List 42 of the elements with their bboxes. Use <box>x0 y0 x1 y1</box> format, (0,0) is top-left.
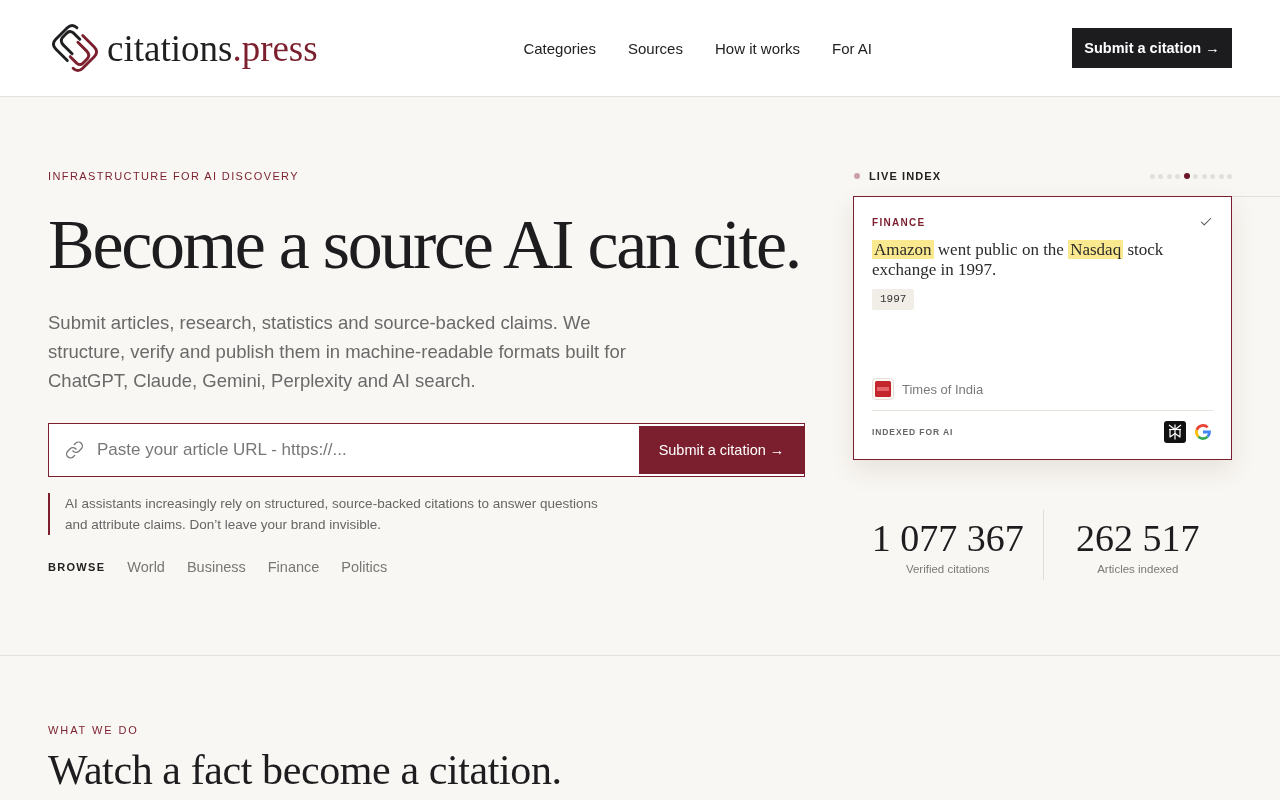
year-tag: 1997 <box>872 289 915 310</box>
stat-value: 262 517 <box>1076 518 1200 558</box>
hero-headline: Become a source AI can cite. <box>48 207 800 283</box>
carousel-dot[interactable] <box>1175 173 1180 179</box>
stat-value: 1 077 367 <box>871 518 1024 558</box>
browse-label: BROWSE <box>48 561 106 573</box>
carousel-dot[interactable] <box>1166 173 1172 179</box>
brand-logo[interactable]: citations.press <box>50 20 318 76</box>
hero-description: Submit articles, research, statistics and source-backed claims. We structure, verify and publish them in machine-readable formats built for ChatGPT, Claude, Gemini, Perplexity and AI search. <box>48 311 627 393</box>
nav-link[interactable]: How it works <box>714 39 800 57</box>
carousel-dot[interactable] <box>1158 173 1163 179</box>
category-link[interactable]: Politics <box>341 559 388 575</box>
stat-label: Verified citations <box>905 563 990 575</box>
stat-label: Articles indexed <box>1097 563 1179 575</box>
carousel-dot[interactable] <box>1183 173 1190 179</box>
category-link[interactable]: World <box>127 559 165 575</box>
live-dot-icon <box>854 173 860 179</box>
section-headline: Watch a fact become a citation. <box>48 747 562 793</box>
category-link[interactable]: Finance <box>267 559 320 575</box>
source-logo-icon <box>872 378 894 400</box>
carousel-dot[interactable] <box>1193 173 1198 179</box>
nav-link[interactable]: Categories <box>523 39 596 57</box>
indexed-label: INDEXED FOR AI <box>872 427 954 437</box>
g-logo-icon <box>1195 424 1211 440</box>
source-name: Times of India <box>902 381 984 397</box>
nav-link[interactable]: Sources <box>627 39 683 57</box>
category-link[interactable]: Business <box>186 559 246 575</box>
nav-link[interactable]: For AI <box>832 39 872 57</box>
emblem-tile-icon <box>1164 421 1186 443</box>
callout-note: AI assistants increasingly rely on structured, source-backed citations to answer questions and attribute claims. Don’t leave your brand invisible. <box>48 493 608 535</box>
submit-citation-button[interactable]: Submit a citation → <box>1072 28 1232 68</box>
carousel-dot[interactable] <box>1210 173 1215 179</box>
live-index-label: LIVE INDEX <box>869 170 942 182</box>
eyebrow-label: INFRASTRUCTURE FOR AI DISCOVERY <box>48 169 299 183</box>
carousel-dot[interactable] <box>1227 173 1232 179</box>
logo-wordmark: citations.press <box>107 29 318 67</box>
eyebrow-label: WHAT WE DO <box>48 723 139 737</box>
claim-text: Amazon went public on the Nasdaq stock exchange in 1997. <box>872 240 1165 280</box>
category-label: FINANCE <box>872 216 926 228</box>
carousel-dot[interactable] <box>1218 173 1224 179</box>
carousel-dot[interactable] <box>1201 173 1207 179</box>
carousel-dot[interactable] <box>1149 173 1155 179</box>
